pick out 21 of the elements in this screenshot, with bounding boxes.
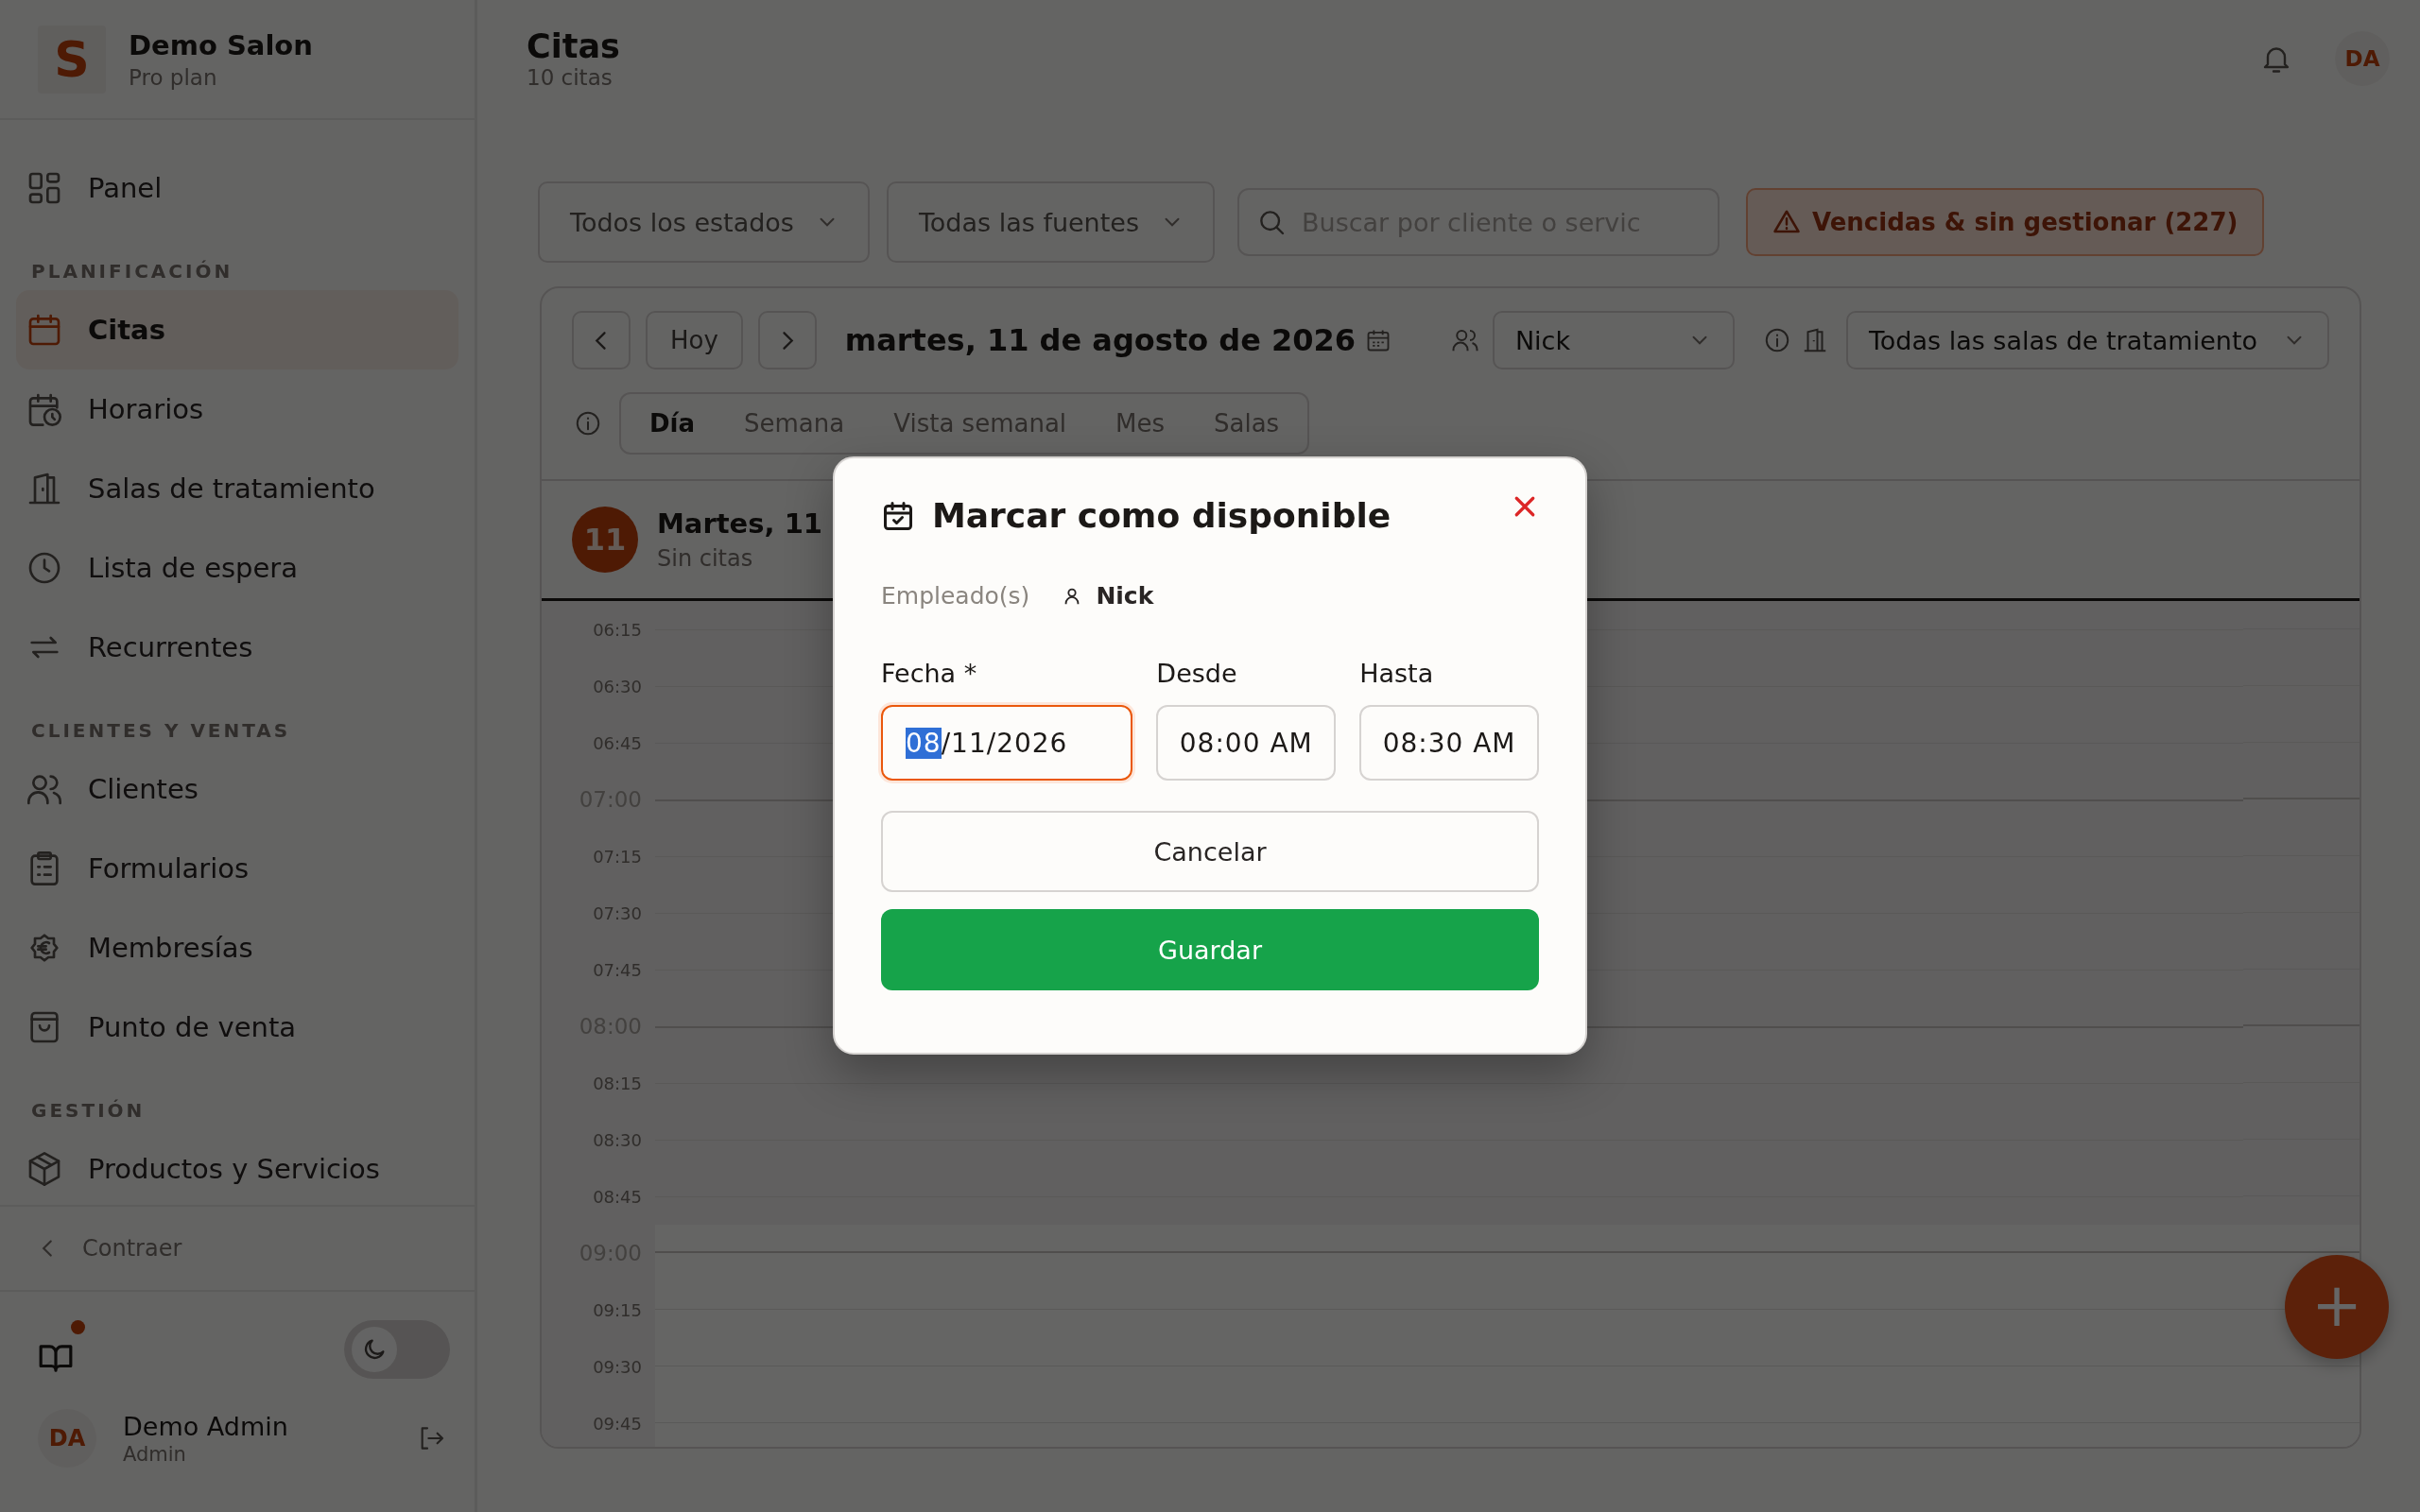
section-heading: CLIENTES Y VENTAS	[30, 718, 292, 744]
day-title: Martes, 11	[657, 507, 822, 540]
field-label: Fecha *	[881, 659, 978, 688]
day-status: Sin citas	[657, 545, 754, 572]
section-heading: GESTIÓN	[30, 1098, 147, 1124]
plan-label: Pro plan	[129, 64, 218, 90]
employee-name: Nick	[1096, 582, 1154, 610]
day-badge: 11	[572, 507, 638, 573]
logo: S	[38, 25, 106, 94]
employee-label: Empleado(s)	[881, 582, 1030, 610]
page-title: Citas	[527, 27, 620, 65]
appointment-count: 10 citas	[527, 65, 614, 90]
user-role: Admin	[123, 1442, 187, 1466]
section-heading: PLANIFICACIÓN	[30, 259, 234, 284]
user-name: Demo Admin	[123, 1411, 289, 1441]
user-avatar: DA	[38, 1409, 96, 1468]
dialog-title: Marcar como disponible	[932, 496, 1392, 535]
field-label: Hasta	[1359, 659, 1435, 688]
salon-name: Demo Salon	[129, 28, 313, 61]
field-label: Desde	[1156, 659, 1238, 688]
current-date: martes, 11 de agosto de 2026	[844, 322, 1357, 358]
